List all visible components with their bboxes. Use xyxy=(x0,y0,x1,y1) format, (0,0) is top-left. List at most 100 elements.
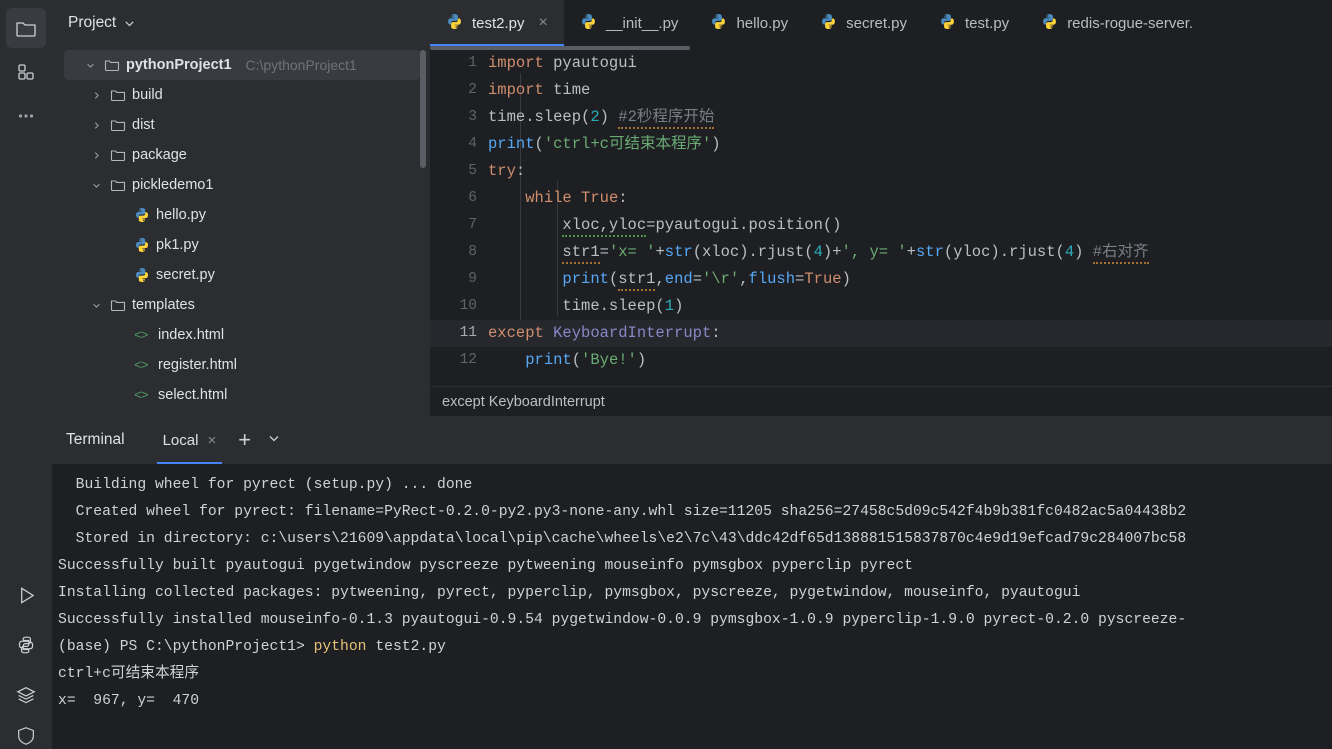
tree-item-label: index.html xyxy=(158,327,225,343)
tree-item-label: secret.py xyxy=(156,267,215,283)
tree-item-label: templates xyxy=(132,297,195,313)
python-file-glyph xyxy=(822,13,836,29)
tree-item-label: pickledemo1 xyxy=(132,177,214,193)
python-glyph xyxy=(18,636,34,654)
chevron-right-icon[interactable] xyxy=(92,151,101,160)
more-tool-windows-icon[interactable] xyxy=(6,96,46,136)
project-folder-icon[interactable] xyxy=(6,8,46,48)
line-number-1[interactable]: 1 xyxy=(430,50,488,77)
python-console-icon[interactable] xyxy=(6,625,46,665)
folder-glyph xyxy=(110,150,126,162)
terminal-output[interactable]: Building wheel for pyrect (setup.py) ...… xyxy=(52,464,1332,749)
tree-item-secret-py[interactable]: secret.py xyxy=(52,260,430,290)
terminal-line: Successfully installed mouseinfo-0.1.3 p… xyxy=(58,612,1187,628)
tree-expander[interactable] xyxy=(88,181,104,190)
tree-expander[interactable] xyxy=(88,301,104,310)
tree-item-label: pythonProject1 xyxy=(126,57,232,73)
breadcrumb[interactable]: except KeyboardInterrupt xyxy=(430,386,1332,416)
python-file-icon xyxy=(939,13,956,34)
new-terminal-button[interactable]: + xyxy=(238,427,251,453)
editor-gutter[interactable]: 1 2 3 4 5 6 7 8 9 10 11 12 xyxy=(430,46,488,386)
chevron-down-icon[interactable] xyxy=(92,301,101,310)
structure-icon[interactable] xyxy=(6,52,46,92)
close-icon[interactable]: × xyxy=(539,15,548,31)
editor-tab-redis-rogue-server-[interactable]: redis-rogue-server. xyxy=(1025,0,1209,46)
line-number-11[interactable]: 11 xyxy=(430,320,488,347)
chevron-down-icon[interactable] xyxy=(92,181,101,190)
project-panel-header[interactable]: Project xyxy=(52,0,430,46)
token-operator: + xyxy=(832,243,842,261)
play-triangle-glyph xyxy=(20,586,34,604)
editor-tab-__init__-py[interactable]: __init__.py xyxy=(564,0,695,46)
chevron-down-icon[interactable] xyxy=(124,18,135,29)
editor-body[interactable]: 1 2 3 4 5 6 7 8 9 10 11 12 import pyautogui import … xyxy=(430,46,1332,386)
python-file-glyph xyxy=(582,13,595,29)
line-number-12[interactable]: 12 xyxy=(430,347,488,374)
terminal-options-chevron-icon[interactable] xyxy=(267,431,281,450)
terminal-tab-local[interactable]: Local × xyxy=(155,416,225,464)
tree-item-build[interactable]: build xyxy=(52,80,430,110)
shield-glyph xyxy=(18,727,34,745)
chevron-down-icon[interactable] xyxy=(86,61,95,70)
editor-code[interactable]: import pyautogui import time time.sleep(… xyxy=(488,46,1332,386)
run-icon[interactable] xyxy=(6,575,46,615)
tree-expander[interactable] xyxy=(88,151,104,160)
project-panel-scrollbar[interactable] xyxy=(420,50,426,168)
chevron-right-icon[interactable] xyxy=(92,121,101,130)
problems-icon[interactable] xyxy=(6,725,46,747)
chevron-right-icon[interactable] xyxy=(92,91,101,100)
token-identifier: str1 xyxy=(618,270,656,291)
code-line-7: xloc,yloc=pyautogui.position() xyxy=(488,212,1332,239)
tree-expander[interactable] xyxy=(88,121,104,130)
token-identifier: xloc,yloc xyxy=(562,216,647,237)
editor-tab-secret-py[interactable]: secret.py xyxy=(804,0,923,46)
tree-item-label: register.html xyxy=(158,357,237,373)
token-operator: = xyxy=(795,270,805,288)
tree-expander[interactable] xyxy=(82,61,98,70)
token-boolean: True xyxy=(804,270,842,288)
code-line-3: time.sleep(2) #2秒程序开始 xyxy=(488,104,1332,131)
project-tree[interactable]: pythonProject1 C:\pythonProject1 build dist… xyxy=(52,46,430,416)
line-number-2[interactable]: 2 xyxy=(430,77,488,104)
token-number: 4 xyxy=(1064,243,1075,261)
token-function: print xyxy=(525,351,572,369)
line-number-5[interactable]: 5 xyxy=(430,158,488,185)
tree-item-register-html[interactable]: <> register.html xyxy=(52,350,430,380)
tree-item-index-html[interactable]: <> index.html xyxy=(52,320,430,350)
editor-tab-test2-py[interactable]: test2.py × xyxy=(430,0,564,46)
tree-item-templates[interactable]: templates xyxy=(52,290,430,320)
token-call: (xloc).rjust( xyxy=(692,243,814,261)
code-line-1: import pyautogui xyxy=(488,50,1332,77)
folder-icon xyxy=(110,87,126,103)
token-string: 'ctrl+c可结束本程序' xyxy=(543,135,712,153)
token-paren: ( xyxy=(608,270,619,288)
services-icon[interactable] xyxy=(6,675,46,715)
editor-tab-hello-py[interactable]: hello.py xyxy=(694,0,804,46)
tree-item-label: package xyxy=(132,147,187,163)
editor-tab-test-py[interactable]: test.py xyxy=(923,0,1025,46)
tree-item-dist[interactable]: dist xyxy=(52,110,430,140)
line-number-8[interactable]: 8 xyxy=(430,239,488,266)
line-number-3[interactable]: 3 xyxy=(430,104,488,131)
tree-expander[interactable] xyxy=(88,91,104,100)
terminal-prompt-prefix: (base) PS C:\pythonProject1> xyxy=(58,639,314,655)
close-icon[interactable]: × xyxy=(207,432,216,449)
tree-item-pythonProject1[interactable]: pythonProject1 C:\pythonProject1 xyxy=(64,50,420,80)
token-function: print xyxy=(562,270,609,288)
html-file-icon: <> xyxy=(134,358,149,373)
line-number-9[interactable]: 9 xyxy=(430,266,488,293)
line-number-7[interactable]: 7 xyxy=(430,212,488,239)
tree-item-pk1-py[interactable]: pk1.py xyxy=(52,230,430,260)
line-number-4[interactable]: 4 xyxy=(430,131,488,158)
tree-item-package[interactable]: package xyxy=(52,140,430,170)
tree-item-hello-py[interactable]: hello.py xyxy=(52,200,430,230)
token-punct: , xyxy=(739,270,749,288)
editor-tab-bar[interactable]: test2.py × __init__.py hello.py secret.py tes… xyxy=(430,0,1332,46)
line-number-6[interactable]: 6 xyxy=(430,185,488,212)
tree-item-pickledemo1[interactable]: pickledemo1 xyxy=(52,170,430,200)
line-number-10[interactable]: 10 xyxy=(430,293,488,320)
token-number: 2 xyxy=(590,108,600,126)
tree-item-select-html[interactable]: <> select.html xyxy=(52,380,430,410)
editor-tab-label: redis-rogue-server. xyxy=(1067,14,1194,32)
project-tool-window: Project pythonProject1 C:\pythonProject1 b… xyxy=(52,0,430,416)
